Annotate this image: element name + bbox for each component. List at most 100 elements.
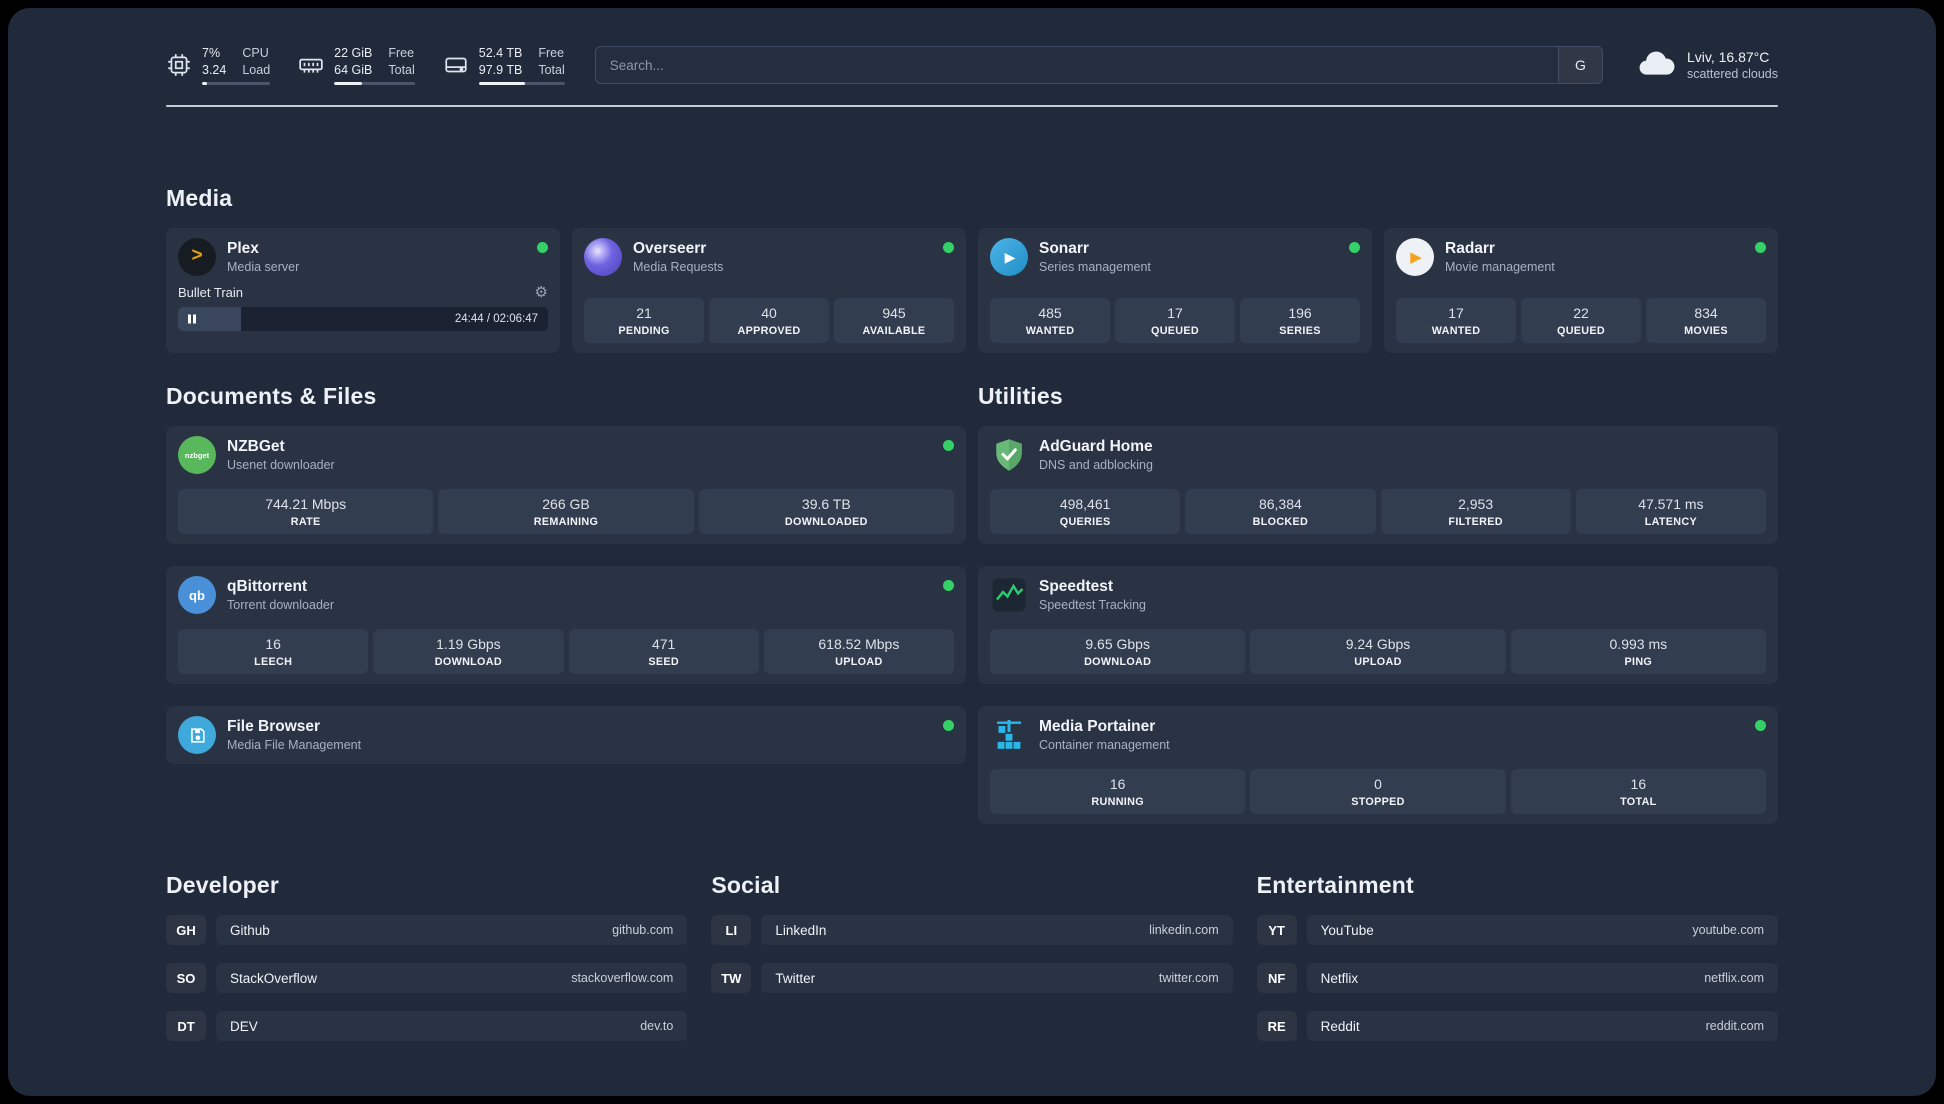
pause-icon[interactable]	[187, 314, 197, 324]
dashboard-page: 7% 3.24 CPU Load 22 GiB 64 GiB Free Tota…	[8, 8, 1936, 1096]
stat-value: 1.19 Gbps	[436, 636, 501, 653]
developer-column: Developer GH Github github.com SO StackO…	[166, 872, 688, 1041]
stat-value: 618.52 Mbps	[818, 636, 900, 653]
link-dev[interactable]: DT DEV dev.to	[166, 1011, 688, 1041]
overseerr-card[interactable]: Overseerr Media Requests 21 PENDING 40 A…	[572, 228, 966, 353]
status-dot	[943, 580, 954, 591]
stat-tile: 618.52 Mbps UPLOAD	[763, 629, 954, 674]
stat-label: BLOCKED	[1252, 516, 1309, 528]
stat-tile: 0.993 ms PING	[1510, 629, 1766, 674]
link-reddit[interactable]: RE Reddit reddit.com	[1256, 1011, 1778, 1041]
stat-value: 22	[1573, 305, 1589, 322]
portainer-crane-icon	[990, 716, 1028, 754]
disk-monitor: 52.4 TB 97.9 TB Free Total	[443, 45, 565, 86]
utilities-column: Utilities AdGuard Home DNS and adblockin…	[978, 383, 1778, 824]
disk-total-label: Total	[538, 62, 565, 77]
app-name: qBittorrent	[227, 578, 308, 596]
app-name: Overseerr	[633, 240, 707, 258]
link-netflix[interactable]: NF Netflix netflix.com	[1256, 963, 1778, 993]
adguard-shield-icon	[990, 436, 1028, 474]
stat-value: 16	[1109, 776, 1126, 793]
app-subtitle: Media server	[227, 259, 300, 274]
sonarr-card[interactable]: Sonarr Series management 485 WANTED 17 Q…	[978, 228, 1372, 353]
search-input[interactable]	[595, 47, 1558, 83]
link-url: dev.to	[640, 1019, 674, 1033]
stat-value: 0	[1374, 776, 1382, 793]
link-twitter[interactable]: TW Twitter twitter.com	[711, 963, 1233, 993]
link-abbr: DT	[166, 1011, 206, 1041]
now-playing-title: Bullet Train	[178, 285, 244, 300]
app-subtitle: Media Requests	[633, 259, 724, 274]
stat-label: FILTERED	[1448, 516, 1503, 528]
portainer-card[interactable]: Media Portainer Container management 16 …	[978, 706, 1778, 824]
stat-label: DOWNLOADED	[784, 516, 868, 528]
ram-free-value: 22 GiB	[334, 45, 373, 60]
system-monitors: 7% 3.24 CPU Load 22 GiB 64 GiB Free Tota…	[166, 45, 565, 86]
plex-card[interactable]: Plex Media server Bullet Train 24:44 / 0…	[166, 228, 560, 353]
stat-value: 471	[651, 636, 676, 653]
header-divider	[166, 105, 1778, 107]
ram-total-value: 64 GiB	[334, 62, 373, 77]
link-url: linkedin.com	[1149, 923, 1219, 937]
filebrowser-card[interactable]: File Browser Media File Management	[166, 706, 966, 764]
stat-value: 744.21 Mbps	[265, 496, 347, 513]
stat-value: 47.571 ms	[1638, 496, 1704, 513]
nzbget-card[interactable]: NZBGet Usenet downloader 744.21 Mbps RAT…	[166, 426, 966, 544]
radarr-card[interactable]: Radarr Movie management 17 WANTED 22 QUE…	[1384, 228, 1778, 353]
cpu-percent: 7%	[202, 45, 221, 60]
stat-value: 2,953	[1458, 496, 1494, 513]
ram-usage-bar	[334, 82, 415, 86]
stat-value: 498,461	[1059, 496, 1111, 513]
app-subtitle: Torrent downloader	[227, 597, 335, 612]
settings-gear-icon[interactable]	[535, 285, 548, 300]
stat-label: SERIES	[1279, 325, 1321, 337]
link-youtube[interactable]: YT YouTube youtube.com	[1256, 915, 1778, 945]
link-github[interactable]: GH Github github.com	[166, 915, 688, 945]
stat-tile: 39.6 TB DOWNLOADED	[698, 489, 954, 534]
status-dot	[943, 242, 954, 253]
stat-label: UPLOAD	[1354, 656, 1402, 668]
link-stackoverflow[interactable]: SO StackOverflow stackoverflow.com	[166, 963, 688, 993]
stat-label: DOWNLOAD	[1084, 656, 1152, 668]
stat-tile: 485 WANTED	[990, 298, 1110, 343]
stat-tile: 9.65 Gbps DOWNLOAD	[990, 629, 1246, 674]
stat-label: RATE	[290, 516, 321, 528]
stat-tile: 834 MOVIES	[1646, 298, 1766, 343]
filebrowser-icon	[178, 716, 216, 754]
weather-location: Lviv, 16.87°C	[1686, 48, 1770, 65]
search-engine-button[interactable]: G	[1557, 47, 1602, 83]
app-subtitle: Container management	[1039, 737, 1170, 752]
stat-tile: 471 SEED	[568, 629, 759, 674]
speedtest-card[interactable]: Speedtest Speedtest Tracking 9.65 Gbps D…	[978, 566, 1778, 684]
overseerr-icon	[584, 238, 622, 276]
link-abbr: LI	[711, 915, 752, 945]
section-title-social: Social	[711, 872, 781, 898]
stat-value: 16	[265, 636, 281, 653]
weather-widget[interactable]: Lviv, 16.87°C scattered clouds	[1637, 48, 1778, 83]
app-name: NZBGet	[227, 438, 285, 456]
stat-tile: 40 APPROVED	[709, 298, 829, 343]
stat-label: REMAINING	[533, 516, 599, 528]
link-name: Reddit	[1320, 1018, 1360, 1034]
search-bar: G	[594, 46, 1603, 84]
playback-progress-bar[interactable]: 24:44 / 02:06:47	[178, 307, 548, 331]
stat-label: PING	[1624, 656, 1653, 668]
section-title-utilities: Utilities	[978, 383, 1063, 409]
ram-free-label: Free	[388, 45, 415, 60]
stat-value: 39.6 TB	[801, 496, 851, 513]
cpu-label: CPU	[242, 45, 269, 60]
disk-total-value: 97.9 TB	[478, 62, 523, 77]
stat-label: LATENCY	[1644, 516, 1698, 528]
stat-label: DOWNLOAD	[434, 656, 502, 668]
link-abbr: GH	[166, 915, 206, 945]
adguard-card[interactable]: AdGuard Home DNS and adblocking 498,461 …	[978, 426, 1778, 544]
stat-tile: 945 AVAILABLE	[834, 298, 954, 343]
qbittorrent-card[interactable]: qBittorrent Torrent downloader 16 LEECH …	[166, 566, 966, 684]
stat-label: RUNNING	[1091, 796, 1144, 808]
stat-tile: 17 WANTED	[1396, 298, 1516, 343]
status-dot	[1755, 720, 1766, 731]
link-name: Twitter	[775, 970, 816, 986]
radarr-icon	[1396, 238, 1434, 276]
link-linkedin[interactable]: LI LinkedIn linkedin.com	[711, 915, 1233, 945]
social-column: Social LI LinkedIn linkedin.com TW Twitt…	[711, 872, 1233, 1041]
